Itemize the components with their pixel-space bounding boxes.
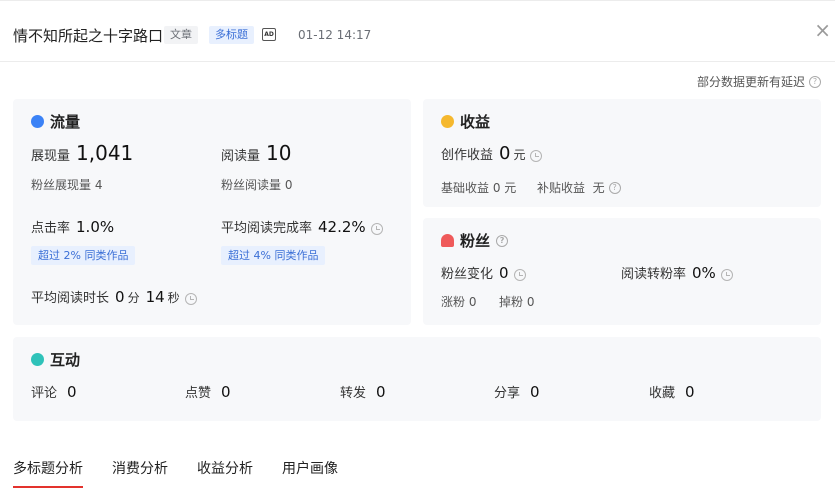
notice-text: 部分数据更新有延迟 [696,75,805,89]
fans-title-text: 粉丝 [460,232,491,250]
article-header: 情不知所起之十字路口 文章 多标题 AD 01-12 14:17 × [0,0,835,62]
tab-consumption-analysis[interactable]: 消费分析 [112,458,168,486]
refresh-icon[interactable] [530,149,543,162]
comments-label: 评论 [31,386,58,401]
impressions-value: 1,041 [76,141,134,165]
help-icon[interactable]: ? [608,181,621,194]
fan-change-metric: 粉丝变化 0 [441,263,526,282]
fans-gained: 涨粉 0 [441,295,477,309]
fan-impressions: 粉丝展现量 4 [31,178,103,192]
completion-metric: 平均阅读完成率 42.2% [221,217,383,236]
completion-label: 平均阅读完成率 [221,221,313,236]
data-delay-notice: 部分数据更新有延迟 ? [697,73,821,90]
duration-seconds: 14 [145,288,165,306]
article-type-tag: 文章 [164,26,198,44]
fans-card: 粉丝 ? 粉丝变化 0 阅读转粉率 0% 涨粉 0 掉粉 0 [423,218,821,325]
favorites-label: 收藏 [649,386,676,401]
reads-label: 阅读量 [221,149,261,164]
comments-metric: 评论 0 [31,382,77,401]
traffic-title: 流量 [31,111,80,132]
traffic-title-text: 流量 [50,113,81,131]
seconds-unit: 秒 [167,291,180,305]
traffic-icon [31,115,44,128]
read-to-fan-label: 阅读转粉率 [621,267,687,282]
shares-label: 分享 [494,386,521,401]
duration-minutes: 0 [115,288,125,306]
fans-lost: 掉粉 0 [499,295,535,309]
chat-bubble-icon [31,353,44,366]
shares-metric: 分享 0 [494,382,540,401]
close-icon[interactable]: × [814,20,831,40]
shares-value: 0 [530,383,540,401]
help-icon[interactable]: ? [496,234,509,247]
minutes-unit: 分 [127,291,140,305]
read-to-fan-value: 0% [692,264,716,282]
ctr-badge: 超过 2% 同类作品 [31,246,136,265]
fans-title: 粉丝 ? [441,230,509,251]
coin-icon [441,115,454,128]
yuan-unit: 元 [513,148,526,162]
publish-date: 01-12 14:17 [298,28,372,42]
reposts-label: 转发 [340,386,367,401]
subsidy-income: 补贴收益 无 ? [537,179,621,196]
impressions-metric: 展现量 1,041 [31,141,133,165]
fan-reads: 粉丝阅读量 0 [221,178,293,192]
interaction-title-text: 互动 [50,351,81,369]
refresh-icon[interactable] [513,268,526,281]
multi-title-tag: 多标题 [209,26,254,44]
ctr-metric: 点击率 1.0% [31,217,114,236]
base-income: 基础收益 0 元 [441,181,517,195]
reposts-value: 0 [376,383,386,401]
traffic-card: 流量 展现量 1,041 阅读量 10 粉丝展现量 4 粉丝阅读量 0 点击率 1.0… [13,99,411,325]
duration-metric: 平均阅读时长 0 分 14 秒 [31,287,197,306]
likes-value: 0 [221,383,231,401]
ctr-label: 点击率 [31,221,71,236]
fan-change-label: 粉丝变化 [441,267,494,282]
creation-income-value: 0 [499,143,511,164]
completion-value: 42.2% [318,218,366,236]
reads-value: 10 [266,141,292,165]
income-card: 收益 创作收益 0 元 基础收益 0 元 补贴收益 无 ? [423,99,821,207]
likes-label: 点赞 [185,386,212,401]
favorites-metric: 收藏 0 [649,382,695,401]
fan-change-value: 0 [499,264,509,282]
reads-metric: 阅读量 10 [221,141,291,165]
article-title: 情不知所起之十字路口 [13,27,164,45]
favorites-value: 0 [685,383,695,401]
likes-metric: 点赞 0 [185,382,231,401]
help-icon[interactable]: ? [809,75,821,88]
reposts-metric: 转发 0 [340,382,386,401]
duration-label: 平均阅读时长 [31,291,110,306]
read-to-fan-metric: 阅读转粉率 0% [621,263,733,282]
income-title-text: 收益 [460,113,491,131]
creation-income-metric: 创作收益 0 元 [441,143,543,164]
subsidy-text: 补贴收益 无 [537,181,605,195]
interaction-card: 互动 评论 0 点赞 0 转发 0 分享 0 收藏 0 [13,337,821,421]
refresh-icon[interactable] [184,292,197,305]
analysis-tabs: 多标题分析 消费分析 收益分析 用户画像 [13,458,338,488]
creation-income-label: 创作收益 [441,148,494,163]
comments-value: 0 [67,383,77,401]
tab-income-analysis[interactable]: 收益分析 [197,458,253,486]
interaction-title: 互动 [31,349,80,370]
ad-icon: AD [262,28,276,41]
person-icon [441,234,454,247]
ctr-value: 1.0% [76,218,115,236]
tab-user-profile[interactable]: 用户画像 [282,458,338,486]
tab-multi-title-analysis[interactable]: 多标题分析 [13,458,83,488]
refresh-icon[interactable] [720,268,733,281]
impressions-label: 展现量 [31,149,71,164]
completion-badge: 超过 4% 同类作品 [221,246,326,265]
refresh-icon[interactable] [370,222,383,235]
income-title: 收益 [441,111,490,132]
